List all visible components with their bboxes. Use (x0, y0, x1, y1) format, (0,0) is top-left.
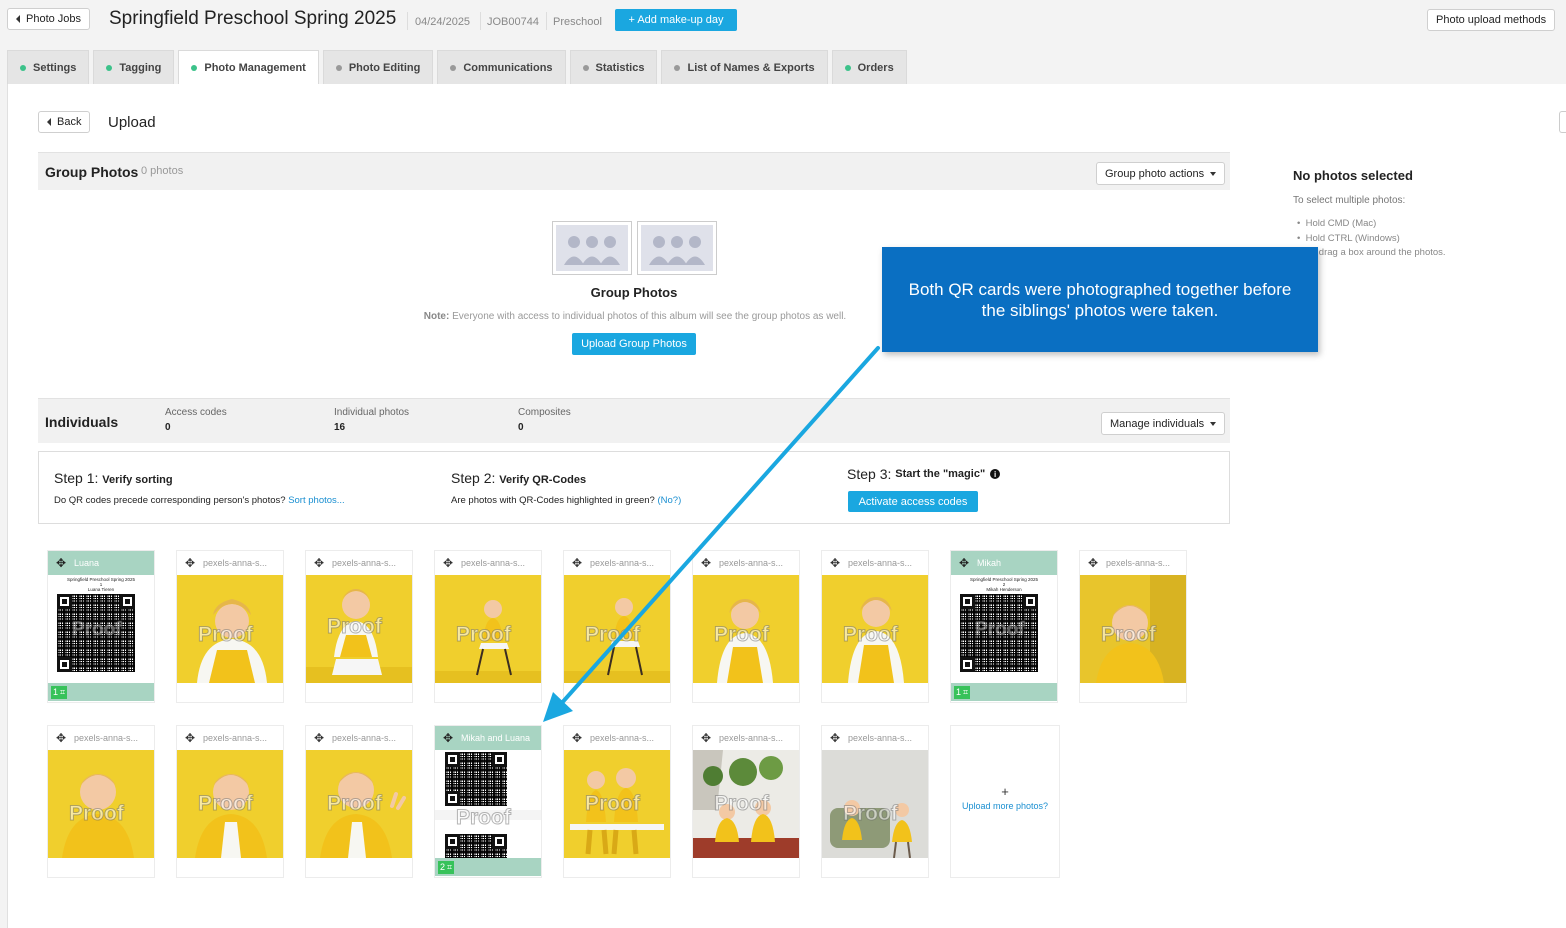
annotation-arrow-icon (543, 346, 880, 722)
